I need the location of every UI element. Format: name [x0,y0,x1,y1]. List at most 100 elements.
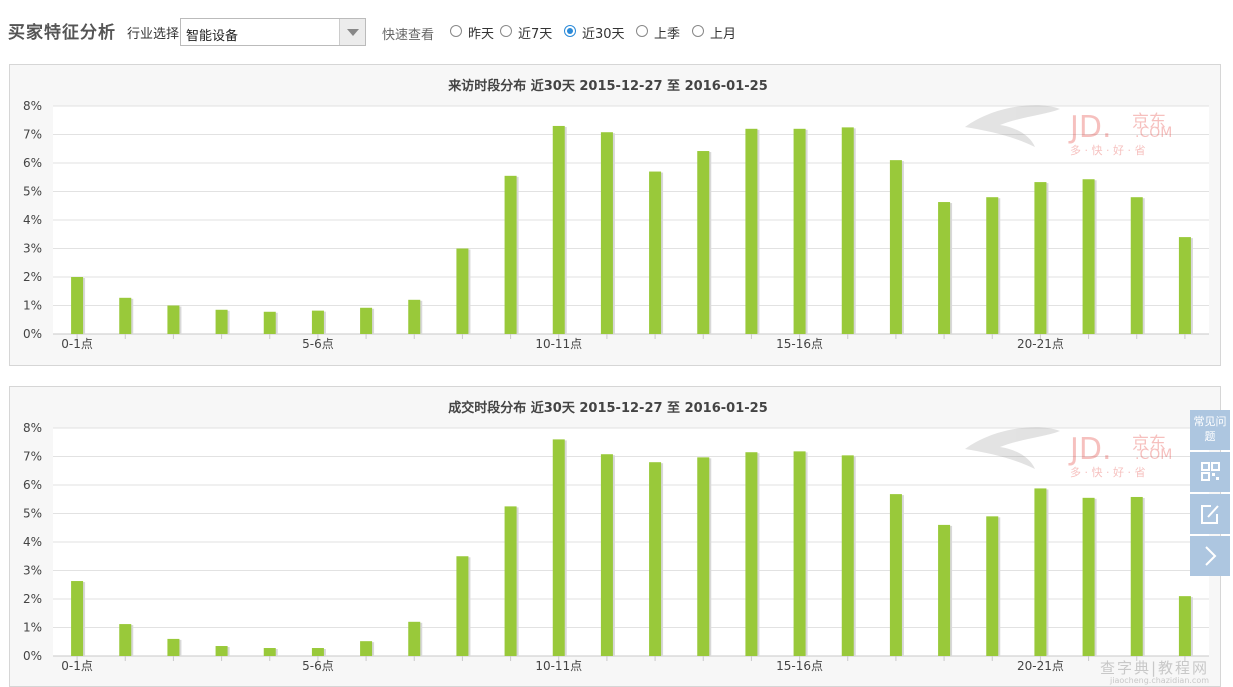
bar [600,454,613,656]
bar [71,277,84,334]
faq-button[interactable]: 常见问题 [1190,410,1230,450]
bar [504,506,517,656]
bar [793,128,806,334]
y-tick-label: 1% [23,299,42,313]
bar [745,452,758,656]
time-range-option-label: 上季 [654,27,681,42]
feedback-button[interactable] [1190,494,1230,534]
y-tick-label: 2% [23,592,42,606]
dropdown-arrow-icon[interactable] [339,19,365,45]
bar [1034,488,1047,656]
jd-watermark-slogan: 多 · 快 · 好 · 省 [1070,465,1145,479]
bar [119,297,132,334]
bar [793,451,806,656]
bar [215,646,228,656]
bar [889,160,902,334]
bar [889,494,902,656]
bar [119,624,132,656]
bar [600,132,613,334]
bar [456,556,469,656]
faq-label: 常见问题 [1193,415,1227,443]
y-tick-label: 5% [23,185,42,199]
industry-select[interactable]: 智能设备 [180,18,366,46]
bar [1082,497,1095,656]
x-tick-label: 20-21点 [1017,337,1064,351]
edit-icon [1201,505,1219,524]
radio-unchecked-icon[interactable] [636,25,648,37]
bar [456,248,469,334]
radio-unchecked-icon[interactable] [500,25,512,37]
bar [1082,179,1095,334]
time-range-option-label: 昨天 [468,27,495,42]
y-tick-label: 7% [23,128,42,142]
radio-unchecked-icon[interactable] [692,25,704,37]
qr-code-button[interactable] [1190,452,1230,492]
x-tick-label: 15-16点 [776,659,823,673]
bar [360,641,373,656]
bar [504,175,517,334]
industry-select-value: 智能设备 [186,29,239,44]
jd-watermark-com: .COM [1135,447,1172,463]
radio-checked-icon[interactable] [564,25,576,37]
site-watermark: 查字典|教程网 jiaocheng.chazidian.com [1100,657,1230,685]
qr-code-icon [1201,462,1220,481]
industry-select-label: 行业选择 [127,27,180,42]
bar [1178,596,1191,656]
x-tick-label: 0-1点 [61,659,93,673]
bar [311,648,324,656]
bar [263,648,276,656]
bar [215,309,228,334]
bar [649,462,662,656]
bar [167,638,180,656]
x-tick-label: 0-1点 [61,337,93,351]
y-tick-label: 3% [23,242,42,256]
site-watermark-sub: jiaocheng.chazidian.com [1110,676,1210,685]
x-tick-label: 5-6点 [302,337,334,351]
bar [1034,182,1047,334]
y-tick-label: 4% [23,535,42,549]
bar [71,581,84,656]
y-tick-label: 5% [23,507,42,521]
chart-title: 成交时段分布 近30天 2015-12-27 至 2016-01-25 [448,400,768,416]
jd-watermark-brand: JD. [1068,110,1111,145]
bar [986,197,999,334]
visit-time-chart: 来访时段分布 近30天 2015-12-27 至 2016-01-25 0% 1% 2… [23,78,1209,351]
bar [938,202,951,334]
bar [697,457,710,656]
bar [938,524,951,656]
bar [649,171,662,334]
visit-time-chart-panel: 来访时段分布 近30天 2015-12-27 至 2016-01-25 0% 1% 2… [9,64,1221,366]
time-range-option-label: 近30天 [582,27,625,42]
bar [408,299,421,334]
jd-watermark-com: .COM [1135,125,1172,141]
bar [697,151,710,334]
x-tick-label: 10-11点 [535,659,582,673]
bar [841,455,854,656]
page-title: 买家特征分析 [8,23,116,43]
time-range-option-label: 上月 [710,27,737,42]
bar [1130,496,1143,656]
y-tick-label: 0% [23,649,42,663]
y-tick-label: 4% [23,213,42,227]
radio-unchecked-icon[interactable] [450,25,462,37]
time-range-option-label: 近7天 [518,27,553,42]
bar [841,127,854,334]
bar [745,128,758,334]
bar [552,125,565,334]
collapse-button[interactable] [1190,536,1230,576]
jd-watermark-brand: JD. [1068,432,1111,467]
bar [986,516,999,656]
y-tick-label: 6% [23,156,42,170]
bar [360,307,373,334]
y-tick-label: 8% [23,421,42,435]
y-tick-label: 6% [23,478,42,492]
chart-title: 来访时段分布 近30天 2015-12-27 至 2016-01-25 [447,78,768,94]
bar [263,311,276,334]
y-tick-label: 8% [23,99,42,113]
bar [311,310,324,334]
bar [552,439,565,656]
chevron-right-icon [1205,546,1217,566]
x-tick-label: 20-21点 [1017,659,1064,673]
bar [1130,197,1143,334]
deal-time-chart-panel: 成交时段分布 近30天 2015-12-27 至 2016-01-25 0% 1% 2… [9,386,1221,687]
